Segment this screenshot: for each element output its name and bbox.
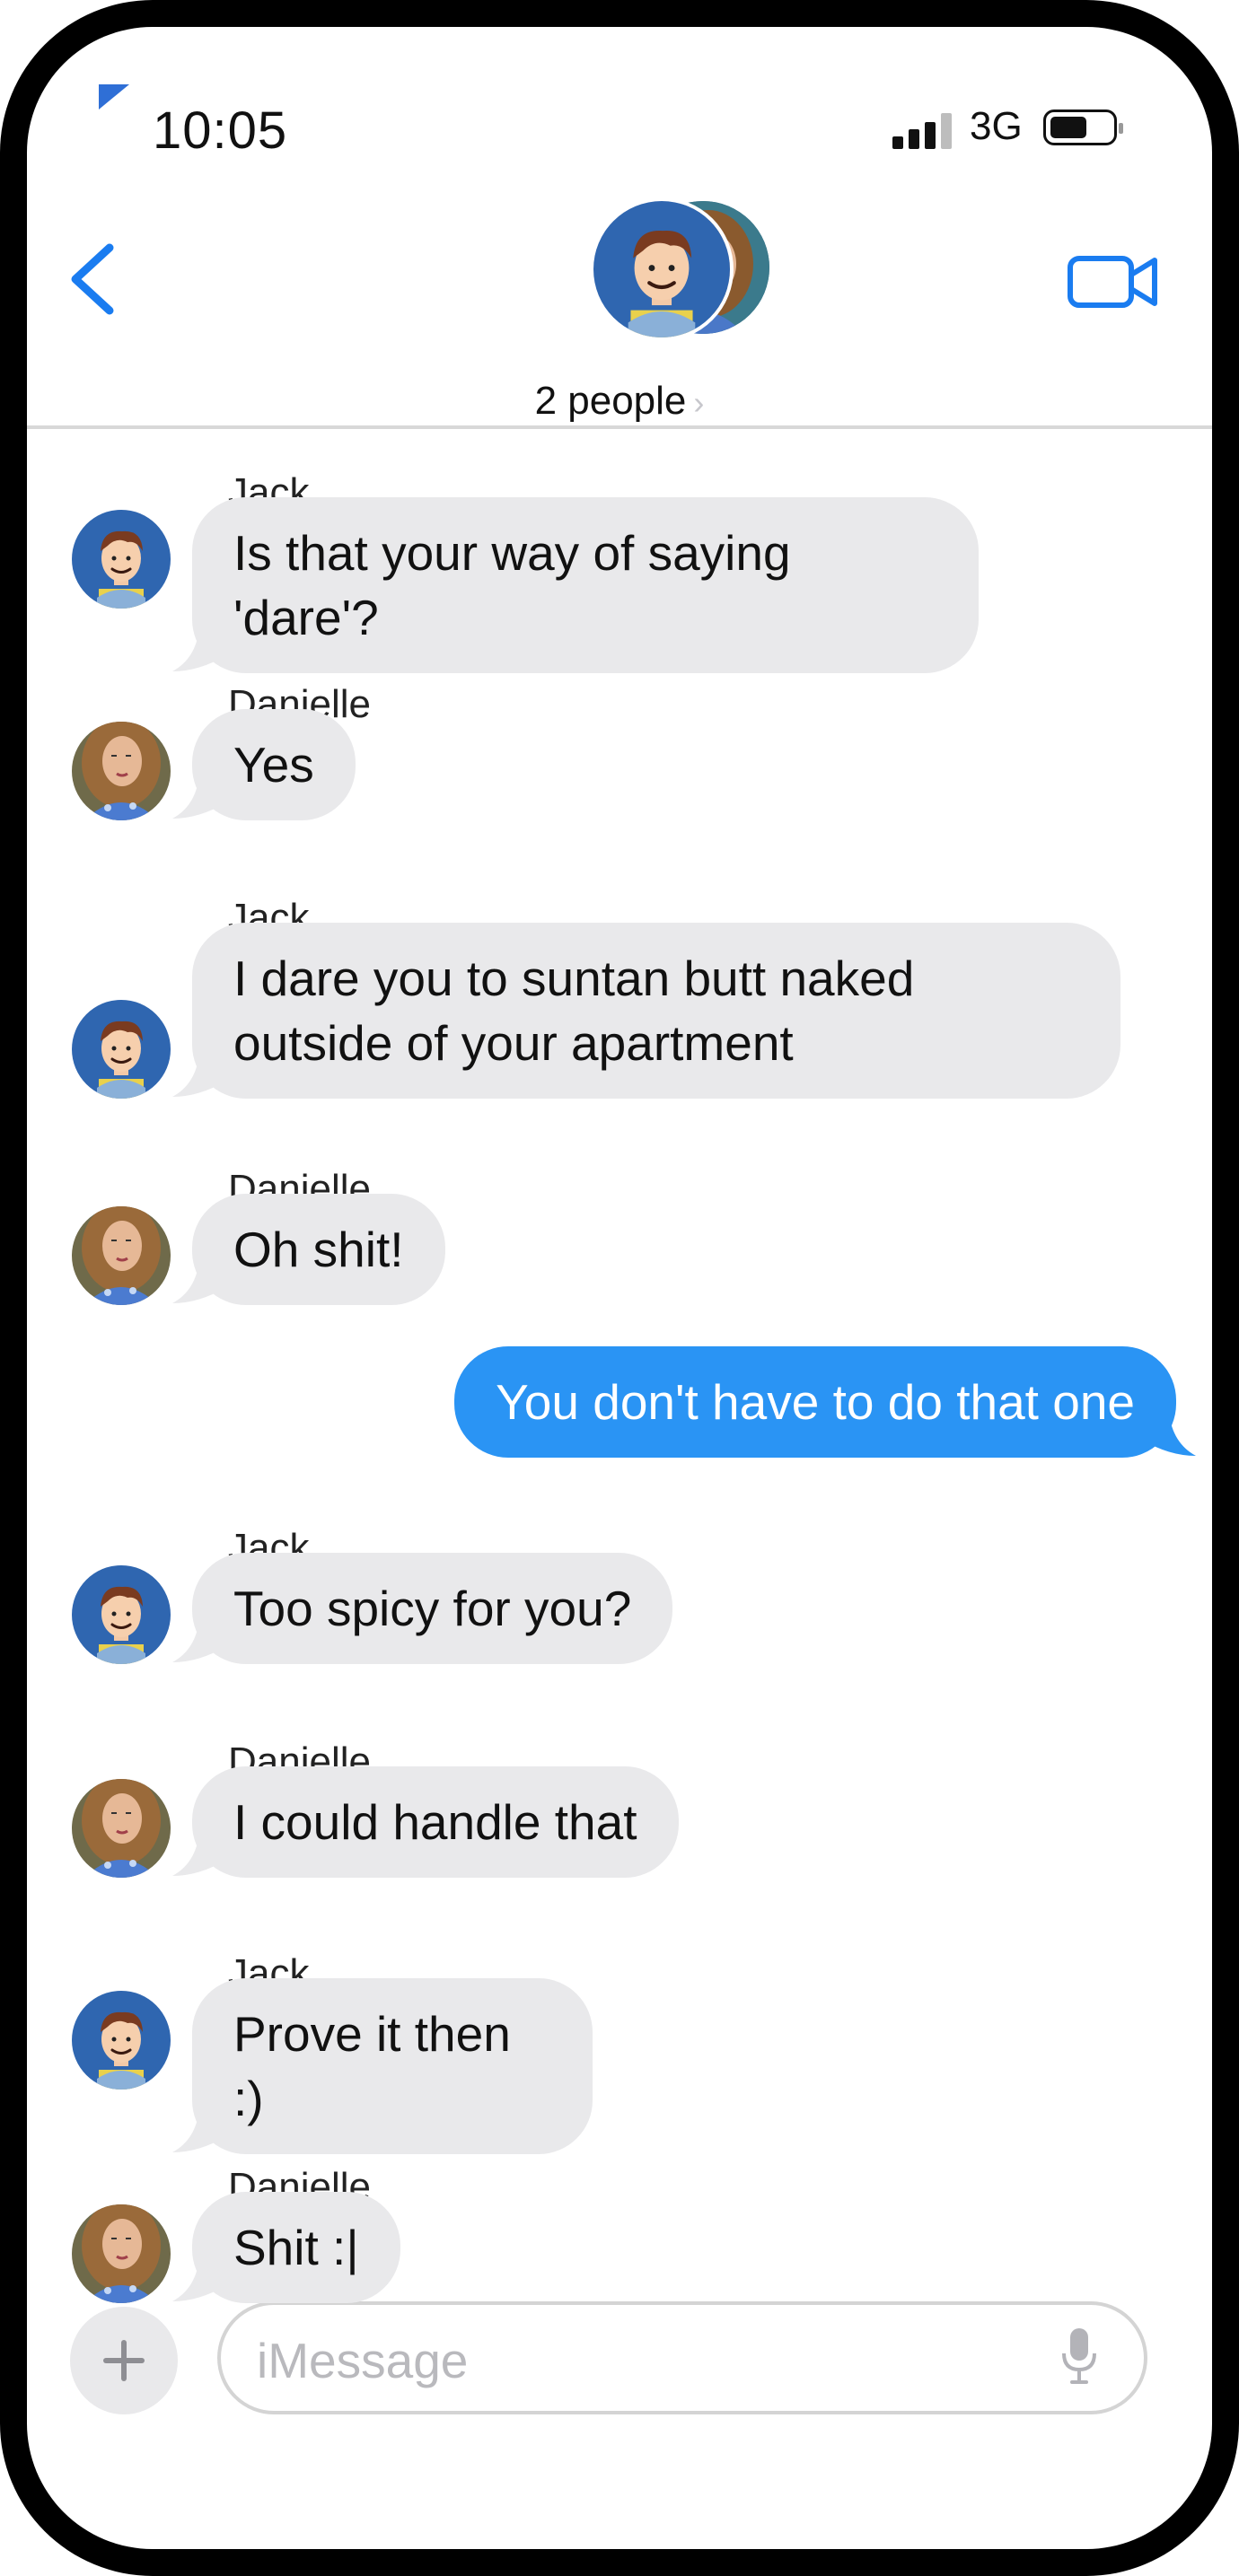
avatar-jack[interactable] <box>72 1991 171 2090</box>
group-avatar[interactable] <box>590 197 769 341</box>
plus-icon <box>103 2340 145 2381</box>
microphone-icon[interactable] <box>1061 2326 1097 2386</box>
add-attachment-button[interactable] <box>70 2307 178 2414</box>
message-input-placeholder: iMessage <box>257 2333 469 2388</box>
incoming-message-bubble[interactable]: Shit :| <box>172 2192 400 2303</box>
avatar-jack[interactable] <box>72 1565 171 1664</box>
incoming-message-bubble[interactable]: I could handle that <box>172 1766 679 1878</box>
incoming-message-bubble[interactable]: Yes <box>172 709 356 820</box>
battery-icon <box>1043 110 1123 145</box>
message-text: I dare you to suntan butt naked outside … <box>192 923 1120 1099</box>
incoming-message-bubble[interactable]: Oh shit! <box>172 1194 445 1305</box>
incoming-message-bubble[interactable]: I dare you to suntan butt naked outside … <box>172 923 1120 1099</box>
message-text: I could handle that <box>192 1766 679 1878</box>
chevron-left-icon[interactable] <box>63 239 126 320</box>
incoming-message-bubble[interactable]: Too spicy for you? <box>172 1553 673 1664</box>
chevron-right-icon: › <box>693 384 705 421</box>
avatar-jack[interactable] <box>72 510 171 609</box>
incoming-message-bubble[interactable]: Prove it then :) <box>172 1978 593 2154</box>
outgoing-message-bubble[interactable]: You don't have to do that one <box>454 1346 1196 1458</box>
avatar-danielle[interactable] <box>72 2204 171 2303</box>
avatar-jack[interactable] <box>72 1000 171 1099</box>
participant-count: 2 people <box>534 379 687 423</box>
phone-frame: 10:05 3G 2 people › Jack Is that your wa… <box>0 0 1239 2576</box>
conversation-title[interactable]: 2 people › <box>27 379 1212 424</box>
signal-bars-icon <box>892 113 964 149</box>
avatar-danielle[interactable] <box>72 1206 171 1305</box>
incoming-message-bubble[interactable]: Is that your way of saying 'dare'? <box>172 497 979 673</box>
network-type: 3G <box>970 104 1023 148</box>
message-text: Shit :| <box>192 2192 400 2303</box>
avatar-jack <box>590 197 734 341</box>
message-text: Oh shit! <box>192 1194 445 1305</box>
status-time: 10:05 <box>153 101 288 160</box>
message-text: You don't have to do that one <box>454 1346 1176 1458</box>
header-divider <box>27 425 1212 429</box>
message-text: Prove it then :) <box>192 1978 593 2154</box>
message-text: Yes <box>192 709 356 820</box>
messages-screen: 10:05 3G 2 people › Jack Is that your wa… <box>27 27 1212 2549</box>
corner-marker <box>99 84 129 110</box>
avatar-danielle[interactable] <box>72 722 171 820</box>
message-text: Too spicy for you? <box>192 1553 673 1664</box>
video-camera-icon[interactable] <box>1067 253 1160 311</box>
message-text: Is that your way of saying 'dare'? <box>192 497 979 673</box>
avatar-danielle[interactable] <box>72 1779 171 1878</box>
